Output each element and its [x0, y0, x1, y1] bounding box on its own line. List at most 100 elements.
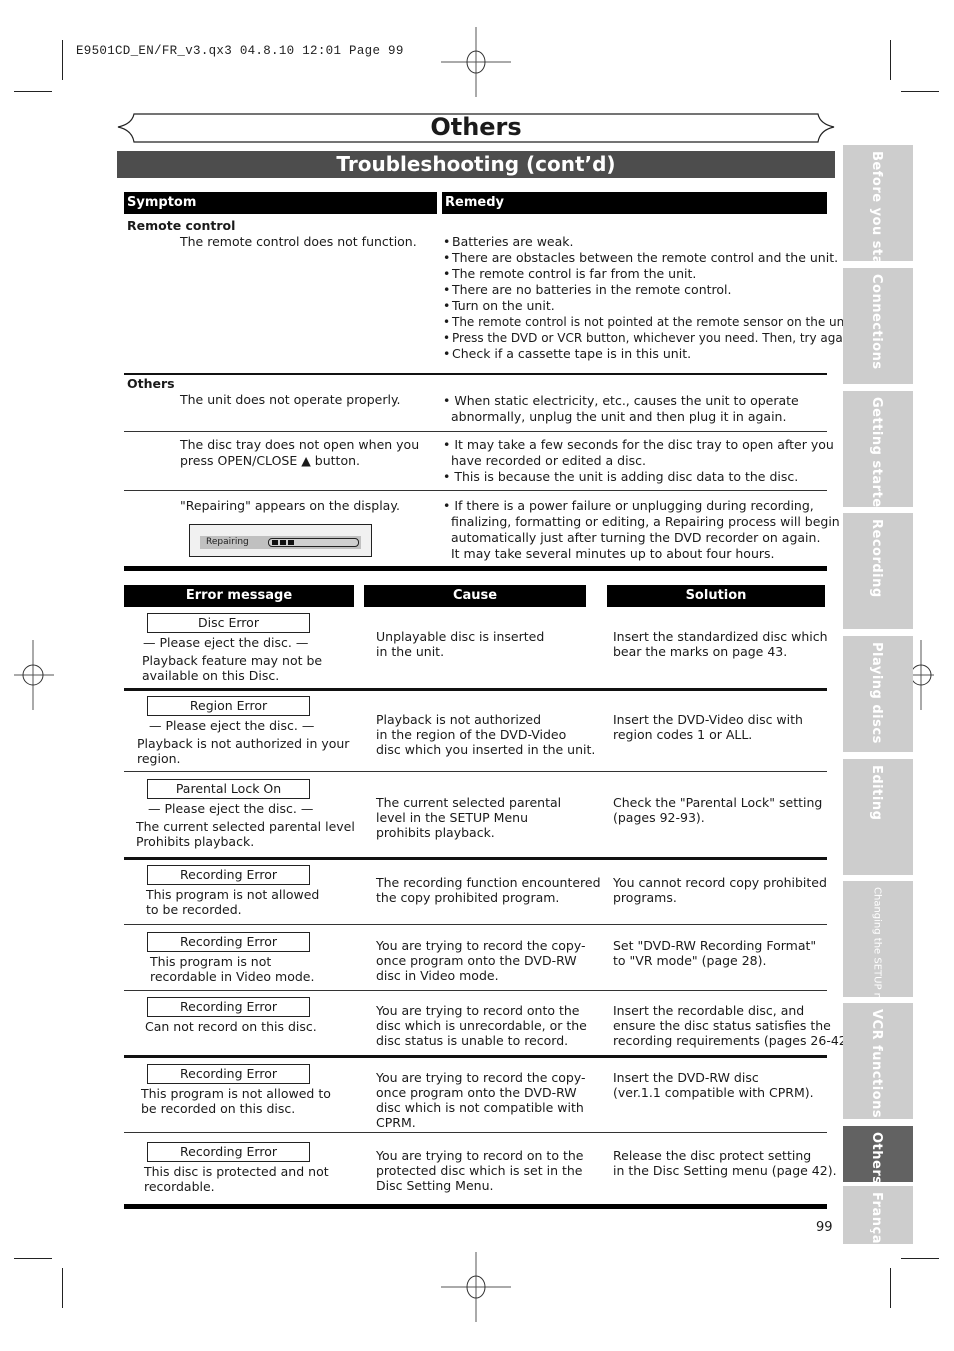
symptom-text: The unit does not operate properly. [180, 392, 401, 407]
cause-line: the copy prohibited program. [376, 890, 560, 905]
repairing-bar: Repairing [200, 536, 361, 549]
side-tab-connections[interactable]: Connections [843, 268, 913, 384]
error-message-text: — Please eject the disc. — [148, 801, 314, 816]
registration-mark-icon [441, 1252, 511, 1322]
row-divider [124, 431, 827, 432]
error-message-text: recordable. [144, 1179, 215, 1194]
cause-line: prohibits playback. [376, 825, 495, 840]
error-message-text: be recorded on this disc. [141, 1101, 296, 1116]
error-message-text: This program is not [150, 954, 272, 969]
side-tab-fran-ais[interactable]: Français [843, 1186, 913, 1257]
solution-text: Check the "Parental Lock" setting (pages … [613, 795, 822, 825]
crop-mark [901, 91, 939, 92]
side-tab-playing-discs[interactable]: Playing discs [843, 636, 913, 752]
remedy-line: have recorded or edited a disc. [451, 453, 646, 468]
remedy-line: • It may take a few seconds for the disc… [443, 437, 834, 452]
error-message-text: Playback feature may not be [142, 653, 323, 668]
column-header-symptom: Symptom [124, 192, 437, 214]
cause-text: The recording function encountered the co… [376, 875, 601, 905]
side-tab-getting-started[interactable]: Getting started [843, 391, 913, 517]
side-tab-label: VCR functions [869, 1009, 884, 1119]
remedy-line: finalizing, formatting or editing, a Rep… [451, 514, 840, 529]
solution-line: programs. [613, 890, 677, 905]
solution-line: Insert the DVD-RW disc [613, 1070, 759, 1085]
column-header-solution: Solution [607, 585, 825, 607]
cause-line: The current selected parental [376, 795, 562, 810]
row-divider [124, 771, 827, 772]
row-divider [124, 857, 827, 860]
remedy-text: • It may take a few seconds for the disc… [443, 437, 834, 485]
solution-line: Insert the standardized disc which [613, 629, 828, 644]
solution-text: Insert the DVD-RW disc (ver.1.1 compatibl… [613, 1070, 814, 1100]
error-message-text: Prohibits playback. [136, 834, 255, 849]
repairing-progress-track [268, 538, 359, 547]
crop-mark [62, 1268, 63, 1308]
error-message-text: to be recorded. [146, 902, 242, 917]
crop-mark [890, 1268, 891, 1308]
error-message-text: recordable in Video mode. [150, 969, 315, 984]
crop-mark [890, 40, 891, 80]
side-tab-editing[interactable]: Editing [843, 759, 913, 875]
side-tab-recording[interactable]: Recording [843, 513, 913, 629]
cause-text: You are trying to record onto the disc wh… [376, 1003, 587, 1048]
error-message-text: — Please eject the disc. — [149, 718, 315, 733]
cause-line: once program onto the DVD-RW [376, 953, 577, 968]
crop-mark [901, 1258, 939, 1259]
remedy-item: The remote control is not pointed at the… [443, 314, 857, 330]
solution-line: Insert the DVD-Video disc with [613, 712, 803, 727]
row-divider [124, 688, 827, 691]
remedy-line: It may take several minutes up to about … [451, 546, 775, 561]
solution-text: You cannot record copy prohibited program… [613, 875, 827, 905]
repairing-display: Repairing [189, 524, 372, 557]
solution-line: (ver.1.1 compatible with CPRM). [613, 1085, 814, 1100]
solution-line: region codes 1 or ALL. [613, 727, 753, 742]
side-tab-label: Before you start [869, 151, 884, 279]
progress-segment [288, 540, 294, 545]
error-message-box: Recording Error [147, 932, 310, 952]
solution-line: ensure the disc status satisfies the [613, 1018, 831, 1033]
side-tab-label: Recording [869, 519, 884, 598]
solution-line: Insert the recordable disc, and [613, 1003, 805, 1018]
remedy-item: There are obstacles between the remote c… [443, 250, 857, 266]
solution-line: recording requirements (pages 26-42). [613, 1033, 856, 1048]
side-tab-vcr-functions[interactable]: VCR functions [843, 1003, 913, 1119]
symptom-text: The disc tray does not open when you pre… [180, 437, 420, 468]
registration-mark-icon [441, 27, 511, 97]
error-message-box: Recording Error [147, 1142, 310, 1162]
crop-mark [14, 1258, 52, 1259]
solution-text: Insert the recordable disc, and ensure th… [613, 1003, 856, 1048]
cause-line: Playback is not authorized [376, 712, 542, 727]
repairing-progress-fill [272, 540, 294, 545]
cause-text: Unplayable disc is inserted in the unit. [376, 629, 544, 659]
cause-line: You are trying to record the copy- [376, 938, 586, 953]
side-tab-others[interactable]: Others [843, 1126, 913, 1185]
solution-text: Set "DVD-RW Recording Format" to "VR mode… [613, 938, 816, 968]
side-tab-before-you-start[interactable]: Before you start [843, 145, 913, 279]
cause-text: You are trying to record the copy-once p… [376, 938, 586, 983]
remedy-item: The remote control is far from the unit. [443, 266, 857, 282]
error-message-text: This disc is protected and not [144, 1164, 329, 1179]
error-message-box: Disc Error [147, 613, 310, 633]
remedy-text: • When static electricity, etc., causes … [443, 393, 799, 425]
cause-text: The current selected parental level in th… [376, 795, 561, 840]
remedy-line: automatically just after turning the DVD… [451, 530, 821, 545]
cause-line: Unplayable disc is inserted [376, 629, 545, 644]
side-tab-label: Playing discs [869, 642, 884, 744]
solution-line: You cannot record copy prohibited [613, 875, 827, 890]
solution-line: (pages 92-93). [613, 810, 705, 825]
symptom-text: "Repairing" appears on the display. [180, 498, 400, 513]
side-tab-changing-the-setup-menu[interactable]: Changing the SETUP menu [843, 881, 913, 1021]
symptom-text: The remote control does not function. [180, 234, 417, 249]
solution-line: in the Disc Setting menu (page 42). [613, 1163, 837, 1178]
cause-line: protected disc which is set in the [376, 1163, 583, 1178]
solution-line: Release the disc protect setting [613, 1148, 812, 1163]
cause-line: in the unit. [376, 644, 445, 659]
page-title-banner: Others [116, 110, 836, 146]
table-end-rule [124, 566, 827, 571]
error-message-text: This program is not allowed [146, 887, 320, 902]
cause-line: disc which you inserted in the unit. [376, 742, 596, 757]
remedy-list: Batteries are weak. There are obstacles … [443, 234, 857, 362]
side-tab-label: Others [869, 1132, 884, 1185]
error-message-box: Recording Error [147, 865, 310, 885]
column-header-cause: Cause [364, 585, 586, 607]
